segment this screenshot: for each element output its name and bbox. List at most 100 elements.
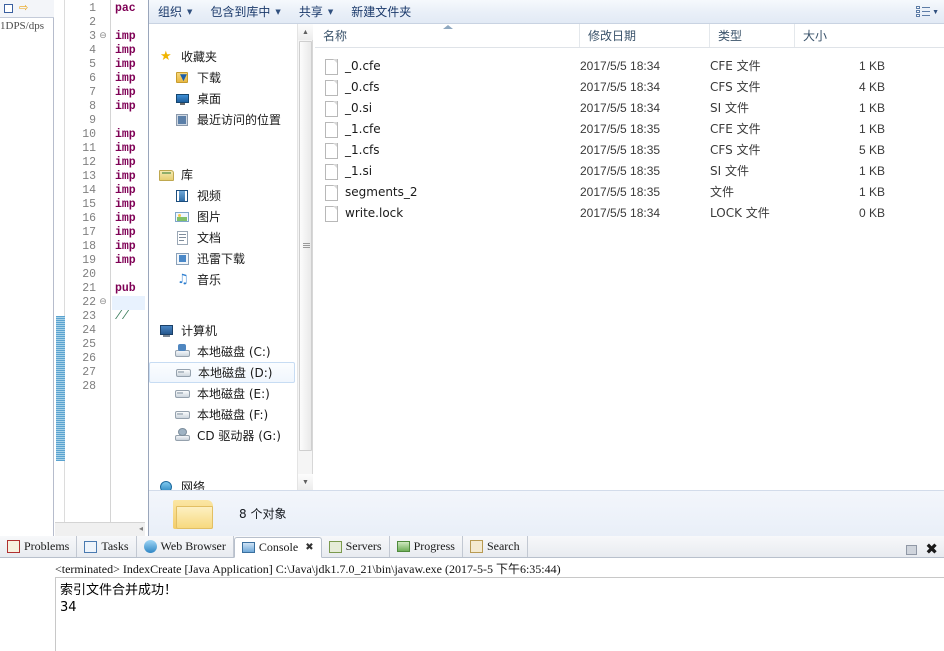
tab-console[interactable]: Console ✖: [233, 537, 322, 558]
editor-code-line[interactable]: imp: [115, 170, 136, 184]
editor-code-line[interactable]: imp: [115, 184, 136, 198]
editor-line-number: 21: [82, 282, 96, 295]
nav-group-4[interactable]: 网络: [149, 476, 296, 490]
table-row[interactable]: _1.cfe 2017/5/5 18:35 CFE 文件 1 KB: [315, 118, 944, 139]
editor-line-number: 24: [82, 324, 96, 337]
table-row[interactable]: _0.si 2017/5/5 18:34 SI 文件 1 KB: [315, 97, 944, 118]
editor-line-number: 28: [82, 380, 96, 393]
editor-line-number: 23: [82, 310, 96, 323]
nav-item-收藏夹-3[interactable]: 最近访问的位置: [149, 109, 296, 130]
tab-close-icon[interactable]: ✖: [305, 542, 313, 553]
file-list-pane[interactable]: 名称 修改日期 类型 大小 _0.cfe 2017/5/5 18:34 CFE 文件 1 K…: [315, 24, 944, 490]
editor-code-line[interactable]: imp: [115, 128, 136, 142]
explorer-toolbar: 组织 ▼ 包含到库中 ▼ 共享 ▼ 新建文件夹 ▼: [149, 0, 944, 24]
tab-label: Progress: [413, 539, 455, 553]
tab-tasks[interactable]: Tasks: [77, 536, 137, 557]
view-chevron-down-icon[interactable]: ▼: [932, 9, 939, 16]
tab-problems[interactable]: Problems: [0, 536, 78, 557]
console-output[interactable]: 索引文件合并成功！ 34: [55, 577, 944, 651]
nav-item-收藏夹-2[interactable]: 桌面: [149, 88, 296, 109]
toolbar-item-3[interactable]: 共享 ▼: [290, 0, 342, 24]
table-row[interactable]: segments_2 2017/5/5 18:35 文件 1 KB: [315, 181, 944, 202]
editor-code-line[interactable]: imp: [115, 240, 136, 254]
cell-modified-date: 2017/5/5 18:35: [580, 142, 661, 157]
table-row[interactable]: _1.si 2017/5/5 18:35 SI 文件 1 KB: [315, 160, 944, 181]
nav-item-计算机-5[interactable]: CD 驱动器 (G:): [149, 425, 296, 446]
cell-modified-date: 2017/5/5 18:34: [580, 79, 661, 94]
code-editor[interactable]: 1 2 3 ⊖ 4 5 6 7 8 9 10 11 12 13 14 15 16 17 18 19 20 21 22 ⊖ 23 2…: [55, 0, 145, 522]
tab-progress[interactable]: Progress: [390, 536, 463, 557]
nav-item-计算机-1[interactable]: 本地磁盘 (C:): [149, 341, 296, 362]
editor-code-line[interactable]: imp: [115, 100, 136, 114]
cell-name: _0.cfe: [325, 55, 381, 76]
thunder-download-icon: [175, 251, 191, 267]
table-row[interactable]: _1.cfs 2017/5/5 18:35 CFS 文件 5 KB: [315, 139, 944, 160]
nav-group-label: 收藏夹: [181, 50, 218, 64]
column-header-date[interactable]: 修改日期: [580, 24, 710, 47]
forward-arrow-icon[interactable]: ⇨: [19, 3, 28, 14]
scroll-left-icon[interactable]: ◂: [139, 524, 143, 533]
column-header-type[interactable]: 类型: [710, 24, 795, 47]
nav-item-库-2[interactable]: 图片: [149, 206, 296, 227]
nav-item-库-5[interactable]: ♫ 音乐: [149, 269, 296, 290]
nav-item-库-3[interactable]: 文档: [149, 227, 296, 248]
tab-search[interactable]: Search: [463, 536, 528, 557]
tasks-icon: [84, 539, 98, 555]
close-icon[interactable]: ✖: [925, 542, 938, 557]
column-header-size[interactable]: 大小: [795, 24, 890, 47]
editor-code-line[interactable]: imp: [115, 142, 136, 156]
editor-code-line[interactable]: imp: [115, 86, 136, 100]
nav-item-计算机-3[interactable]: 本地磁盘 (E:): [149, 383, 296, 404]
table-row[interactable]: _0.cfs 2017/5/5 18:34 CFS 文件 4 KB: [315, 76, 944, 97]
nav-group-3[interactable]: 计算机: [149, 320, 296, 341]
editor-code-line[interactable]: pac: [115, 2, 136, 16]
table-row[interactable]: write.lock 2017/5/5 18:34 LOCK 文件 0 KB: [315, 202, 944, 223]
editor-code-line[interactable]: imp: [115, 72, 136, 86]
cell-name: _1.cfs: [325, 139, 380, 160]
editor-code-line[interactable]: pub: [115, 282, 136, 296]
editor-code-line[interactable]: imp: [115, 198, 136, 212]
cell-size: 0 KB: [858, 205, 885, 220]
chevron-down-icon: ▼: [187, 8, 193, 16]
editor-line-number-gutter: 1 2 3 ⊖ 4 5 6 7 8 9 10 11 12 13 14 15 16 17 18 19 20 21 22 ⊖ 23 2…: [65, 0, 111, 522]
toolbar-item-4[interactable]: 新建文件夹: [342, 0, 420, 24]
nav-group-2[interactable]: 库: [149, 164, 296, 185]
editor-code-line[interactable]: imp: [115, 254, 136, 268]
cell-size: 1 KB: [858, 184, 885, 199]
editor-code-line[interactable]: imp: [115, 44, 136, 58]
change-view-icon[interactable]: [916, 5, 931, 18]
editor-code-area[interactable]: pac imp imp imp imp imp imp imp imp imp imp imp imp i…: [112, 0, 145, 522]
minimize-icon[interactable]: [906, 544, 918, 555]
nav-item-库-1[interactable]: 视频: [149, 185, 296, 206]
file-icon: [325, 163, 338, 180]
ide-view-tab[interactable]: ⇨: [0, 0, 54, 18]
editor-line-number: 9: [89, 114, 96, 127]
nav-item-计算机-2[interactable]: 本地磁盘 (D:): [149, 362, 295, 383]
editor-fold-toggle-icon[interactable]: ⊖: [98, 296, 108, 306]
scroll-up-icon[interactable]: ▲: [298, 24, 313, 40]
nav-item-库-4[interactable]: 迅雷下载: [149, 248, 296, 269]
toolbar-item-1[interactable]: 组织 ▼: [149, 0, 201, 24]
cell-name: _0.si: [325, 97, 372, 118]
editor-code-line[interactable]: imp: [115, 58, 136, 72]
tab-web-browser[interactable]: Web Browser: [137, 536, 234, 557]
tab-label: Console: [258, 540, 299, 554]
nav-item-收藏夹-1[interactable]: ▼ 下载: [149, 67, 296, 88]
editor-code-line[interactable]: imp: [115, 226, 136, 240]
scroll-down-icon[interactable]: ▼: [298, 474, 313, 490]
tab-servers[interactable]: Servers: [322, 536, 390, 557]
cell-type: CFE 文件: [710, 59, 761, 73]
editor-code-line[interactable]: //: [115, 310, 129, 324]
editor-code-line[interactable]: imp: [115, 30, 136, 44]
nav-item-计算机-4[interactable]: 本地磁盘 (F:): [149, 404, 296, 425]
editor-horizontal-scrollbar[interactable]: ◂: [55, 522, 145, 536]
editor-code-line[interactable]: imp: [115, 212, 136, 226]
editor-fold-toggle-icon[interactable]: ⊖: [98, 30, 108, 40]
nav-group-1[interactable]: ★ 收藏夹: [149, 46, 296, 67]
editor-code-line[interactable]: imp: [115, 156, 136, 170]
table-row[interactable]: _0.cfe 2017/5/5 18:34 CFE 文件 1 KB: [315, 55, 944, 76]
toolbar-item-2[interactable]: 包含到库中 ▼: [201, 0, 289, 24]
editor-line-number: 10: [82, 128, 96, 141]
navigation-scrollbar-thumb[interactable]: [299, 41, 312, 451]
navigation-scrollbar[interactable]: ▲ ▼: [297, 24, 313, 490]
